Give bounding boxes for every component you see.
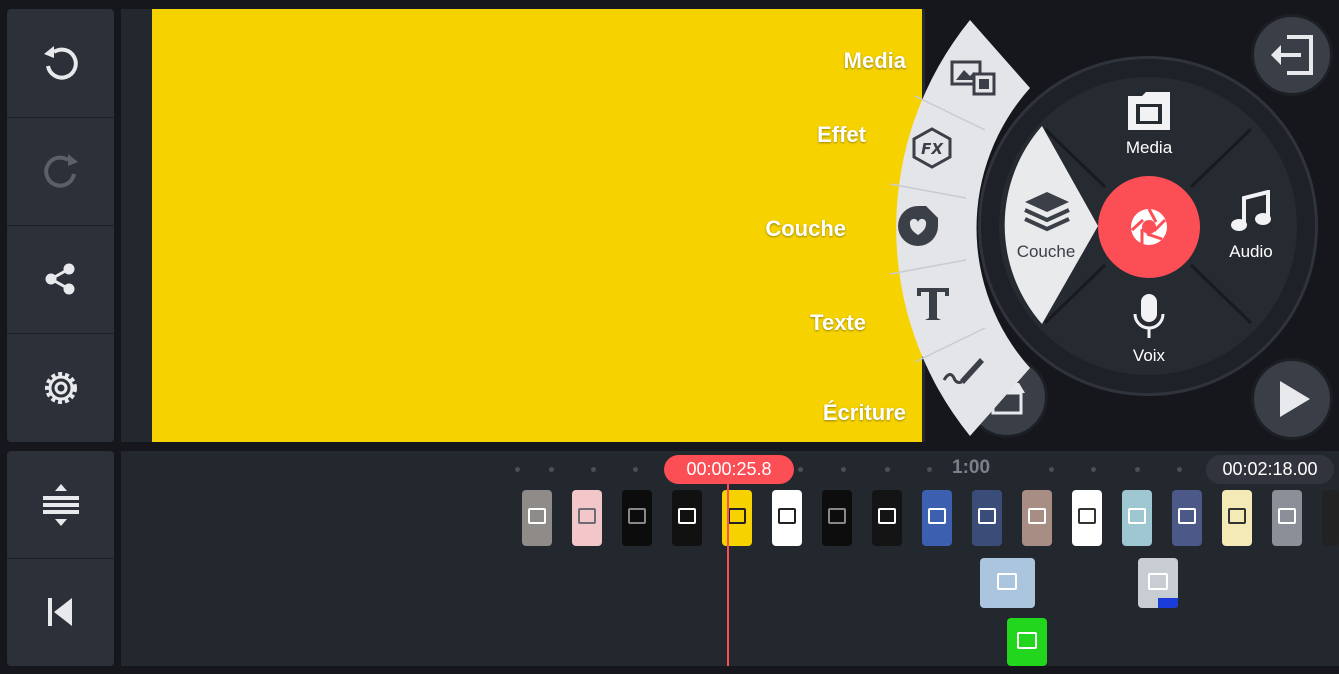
playhead[interactable] (727, 484, 729, 666)
music-note-icon (1231, 190, 1271, 231)
arc-sticker-button[interactable] (896, 204, 940, 253)
video-clip[interactable] (1122, 490, 1152, 546)
redo-button[interactable] (7, 117, 114, 226)
tick-dot (885, 467, 890, 472)
capture-button[interactable] (1098, 176, 1200, 278)
layer-clip[interactable] (1138, 558, 1178, 608)
tick-dot (515, 467, 520, 472)
video-clip[interactable] (522, 490, 552, 546)
fx-icon: FX (912, 127, 952, 169)
video-clip[interactable] (622, 490, 652, 546)
media-layer-icon (950, 60, 996, 96)
timeline-marker: 1:00 (952, 457, 991, 478)
arc-text-button[interactable] (913, 284, 953, 329)
arc-media-label[interactable]: Media (746, 48, 906, 74)
wheel-voice-button[interactable]: Voix (1098, 290, 1200, 370)
microphone-icon (1133, 294, 1165, 338)
tick-dot (1049, 467, 1054, 472)
video-clip[interactable] (1072, 490, 1102, 546)
tick-dot (798, 467, 803, 472)
sticker-icon (898, 206, 938, 246)
video-clip[interactable] (1022, 490, 1052, 546)
tick-dot (1091, 467, 1096, 472)
video-clip[interactable] (872, 490, 902, 546)
tick-dot (1135, 467, 1140, 472)
wheel-audio-label: Audio (1229, 242, 1273, 261)
undo-icon (43, 46, 78, 80)
total-time-badge: 00:02:18.00 (1206, 455, 1334, 484)
video-clip[interactable] (1272, 490, 1302, 546)
video-clip[interactable] (922, 490, 952, 546)
track-height-button[interactable] (7, 451, 114, 559)
wheel-media-button[interactable]: Media (1098, 84, 1200, 164)
wheel-voice-label: Voix (1132, 346, 1166, 365)
wheel-audio-button[interactable]: Audio (1200, 186, 1302, 266)
arc-handwriting-button[interactable] (940, 352, 988, 397)
arc-sticker-label[interactable]: Couche (686, 216, 846, 242)
tick-dot (633, 467, 638, 472)
redo-icon (43, 154, 78, 188)
arc-text-label[interactable]: Texte (706, 310, 866, 336)
video-clip[interactable] (1322, 490, 1339, 546)
video-clip[interactable] (1222, 490, 1252, 546)
arc-handwriting-label[interactable]: Écriture (746, 400, 906, 426)
video-clip[interactable] (572, 490, 602, 546)
media-folder-icon (1128, 92, 1170, 130)
svg-text:FX: FX (921, 140, 944, 158)
tick-dot (549, 467, 554, 472)
current-time-badge: 00:00:25.8 (664, 455, 794, 484)
arc-effect-button[interactable]: FX (911, 127, 953, 174)
tick-dot (927, 467, 932, 472)
settings-button[interactable] (7, 333, 114, 442)
timeline-toolbar (7, 451, 114, 666)
camera-shutter-icon (1130, 208, 1167, 245)
video-clip[interactable] (1172, 490, 1202, 546)
video-clip[interactable] (672, 490, 702, 546)
wheel-media-label: Media (1125, 138, 1173, 157)
handwriting-icon (942, 358, 984, 384)
arc-media-button[interactable] (950, 58, 996, 101)
layer-clip[interactable] (980, 558, 1035, 608)
video-clip[interactable] (822, 490, 852, 546)
tick-dot (1177, 467, 1182, 472)
left-toolbar (7, 9, 114, 442)
video-clip[interactable] (972, 490, 1002, 546)
tick-dot (591, 467, 596, 472)
layer-clip[interactable] (1007, 618, 1047, 666)
share-button[interactable] (7, 225, 114, 334)
go-to-start-button[interactable] (7, 558, 114, 666)
expand-vertical-icon (42, 483, 79, 526)
video-clip[interactable] (772, 490, 802, 546)
gear-icon (44, 371, 77, 404)
share-icon (45, 263, 74, 295)
undo-button[interactable] (7, 9, 114, 118)
text-icon (917, 288, 949, 320)
arc-effect-label[interactable]: Effet (706, 122, 866, 148)
skip-start-icon (47, 598, 72, 626)
tick-dot (841, 467, 846, 472)
